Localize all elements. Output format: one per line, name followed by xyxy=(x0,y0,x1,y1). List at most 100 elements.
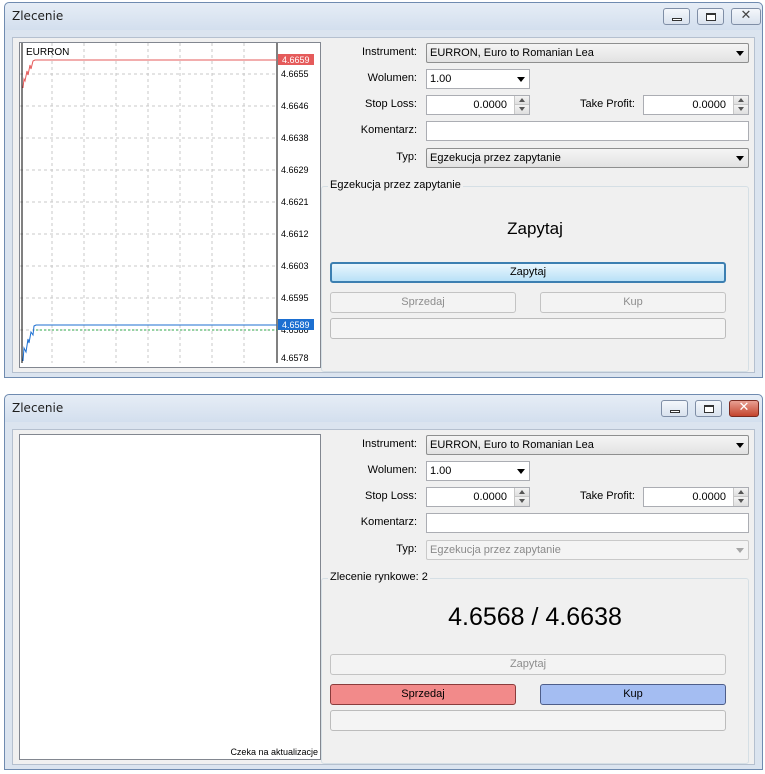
take-profit-field[interactable]: 0.0000 xyxy=(643,95,749,115)
volume-value: 1.00 xyxy=(430,73,452,85)
instrument-select[interactable]: EURRON, Euro to Romanian Lea xyxy=(426,435,749,455)
progress-bar xyxy=(330,710,726,731)
comment-input[interactable] xyxy=(426,121,749,141)
price-label: 4.6655 xyxy=(281,69,309,79)
take-profit-field[interactable]: 0.0000 xyxy=(643,487,749,507)
stop-loss-field[interactable]: 0.0000 xyxy=(426,95,530,115)
volume-value: 1.00 xyxy=(430,465,452,477)
execution-group: Egzekucja przez zapytanie Zapytaj Zapyta… xyxy=(321,179,749,372)
instrument-value: EURRON, Euro to Romanian Lea xyxy=(430,439,594,451)
execution-type-select: Egzekucja przez zapytanie xyxy=(426,540,749,560)
order-window-market: Zlecenie ✕ Czeka na aktualizacje Instrum… xyxy=(4,394,763,770)
volume-combo[interactable]: 1.00 xyxy=(426,461,530,481)
chevron-down-icon xyxy=(736,548,744,553)
chevron-down-icon xyxy=(517,469,525,474)
instrument-label: Instrument: xyxy=(361,46,417,58)
chart-grid xyxy=(20,43,277,363)
type-label: Typ: xyxy=(396,543,417,555)
comment-label: Komentarz: xyxy=(360,516,417,528)
volume-label: Wolumen: xyxy=(367,464,417,476)
price-label: 4.6621 xyxy=(281,197,309,207)
chevron-down-icon xyxy=(736,443,744,448)
chevron-down-icon xyxy=(517,77,525,82)
close-button[interactable]: ✕ xyxy=(729,400,759,417)
take-profit-spinner[interactable] xyxy=(733,96,748,114)
sell-button[interactable]: Sprzedaj xyxy=(330,292,516,313)
order-window-request: Zlecenie ✕ 4.6655 4.6646 4.6638 4.6629 4… xyxy=(4,2,763,378)
type-label: Typ: xyxy=(396,151,417,163)
spin-down-button[interactable] xyxy=(734,105,748,114)
ask-price-badge: 4.6659 xyxy=(282,55,310,65)
arrow-down-icon xyxy=(738,107,744,111)
arrow-up-icon xyxy=(738,98,744,102)
execution-type-value: Egzekucja przez zapytanie xyxy=(430,152,561,164)
minimize-icon xyxy=(672,18,682,21)
title-bar[interactable]: Zlecenie ✕ xyxy=(5,395,762,422)
spin-up-button[interactable] xyxy=(515,488,529,497)
price-label: 4.6629 xyxy=(281,165,309,175)
take-profit-value: 0.0000 xyxy=(692,491,726,503)
volume-label: Wolumen: xyxy=(367,72,417,84)
minimize-icon xyxy=(670,410,680,413)
instrument-value: EURRON, Euro to Romanian Lea xyxy=(430,47,594,59)
stop-loss-spinner[interactable] xyxy=(514,96,529,114)
instrument-select[interactable]: EURRON, Euro to Romanian Lea xyxy=(426,43,749,63)
execution-type-select[interactable]: Egzekucja przez zapytanie xyxy=(426,148,749,168)
arrow-down-icon xyxy=(738,499,744,503)
close-icon: ✕ xyxy=(740,8,752,23)
arrow-up-icon xyxy=(519,490,525,494)
price-label: 4.6603 xyxy=(281,261,309,271)
group-title: Zlecenie rynkowe: 2 xyxy=(328,571,430,583)
spin-up-button[interactable] xyxy=(734,488,748,497)
stop-loss-value: 0.0000 xyxy=(473,491,507,503)
window-title: Zlecenie xyxy=(12,401,64,415)
price-label: 4.6638 xyxy=(281,133,309,143)
maximize-icon xyxy=(704,405,714,413)
tick-chart-empty: Czeka na aktualizacje xyxy=(19,434,321,760)
bid-ask-quote: 4.6568 / 4.6638 xyxy=(448,603,622,631)
comment-label: Komentarz: xyxy=(360,124,417,136)
stop-loss-field[interactable]: 0.0000 xyxy=(426,487,530,507)
spin-up-button[interactable] xyxy=(515,96,529,105)
buy-button[interactable]: Kup xyxy=(540,684,726,705)
price-scale: 4.6655 4.6646 4.6638 4.6629 4.6621 4.661… xyxy=(281,69,309,363)
stop-loss-label: Stop Loss: xyxy=(365,98,417,110)
sell-button[interactable]: Sprzedaj xyxy=(330,684,516,705)
spin-down-button[interactable] xyxy=(515,105,529,114)
market-order-group: Zlecenie rynkowe: 2 4.6568 / 4.6638 Zapy… xyxy=(321,571,749,764)
execution-type-value: Egzekucja przez zapytanie xyxy=(430,544,561,556)
waiting-status: Czeka na aktualizacje xyxy=(230,747,318,757)
spin-up-button[interactable] xyxy=(734,96,748,105)
maximize-icon xyxy=(706,13,716,21)
minimize-button[interactable] xyxy=(661,400,688,417)
stop-loss-label: Stop Loss: xyxy=(365,490,417,502)
minimize-button[interactable] xyxy=(663,8,690,25)
take-profit-label: Take Profit: xyxy=(579,98,635,110)
spin-down-button[interactable] xyxy=(734,497,748,506)
group-title: Egzekucja przez zapytanie xyxy=(328,179,463,191)
request-quote-button[interactable]: Zapytaj xyxy=(330,262,726,283)
close-button[interactable]: ✕ xyxy=(731,8,761,25)
price-label: 4.6595 xyxy=(281,293,309,303)
chevron-down-icon xyxy=(736,51,744,56)
buy-button[interactable]: Kup xyxy=(540,292,726,313)
price-label: 4.6646 xyxy=(281,101,309,111)
maximize-button[interactable] xyxy=(697,8,724,25)
price-label: 4.6612 xyxy=(281,229,309,239)
tick-chart: 4.6655 4.6646 4.6638 4.6629 4.6621 4.661… xyxy=(19,42,321,368)
spin-down-button[interactable] xyxy=(515,497,529,506)
request-quote-button[interactable]: Zapytaj xyxy=(330,654,726,675)
volume-combo[interactable]: 1.00 xyxy=(426,69,530,89)
stop-loss-value: 0.0000 xyxy=(473,99,507,111)
dialog-body: Czeka na aktualizacje Instrument: EURRON… xyxy=(12,429,755,765)
bid-price-badge: 4.6589 xyxy=(282,320,310,330)
progress-bar xyxy=(330,318,726,339)
title-bar[interactable]: Zlecenie ✕ xyxy=(5,3,762,30)
dialog-body: 4.6655 4.6646 4.6638 4.6629 4.6621 4.661… xyxy=(12,37,755,373)
take-profit-spinner[interactable] xyxy=(733,488,748,506)
take-profit-label: Take Profit: xyxy=(579,490,635,502)
stop-loss-spinner[interactable] xyxy=(514,488,529,506)
comment-input[interactable] xyxy=(426,513,749,533)
arrow-down-icon xyxy=(519,107,525,111)
maximize-button[interactable] xyxy=(695,400,722,417)
